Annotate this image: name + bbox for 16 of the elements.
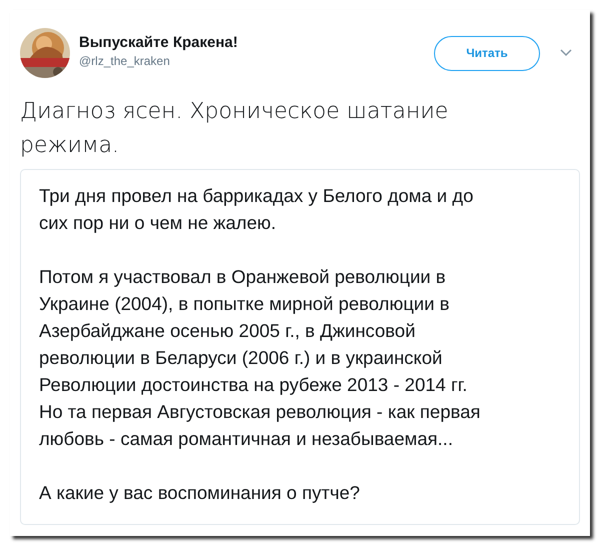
- quoted-text: Но та первая Августовская революция - как первая: [39, 400, 480, 424]
- chevron-down-icon[interactable]: [560, 49, 572, 57]
- quoted-text: Украине (2004), в попытке мирной революции в: [39, 292, 450, 316]
- tweet-text: Диагноз ясен. Хроническое шатание: [20, 98, 448, 126]
- quoted-text: Потом я участвовал в Оранжевой революции в: [39, 265, 446, 289]
- quoted-text: Революции достоинства на рубеже 2013 - 2014 гг.: [39, 373, 468, 397]
- quoted-text: любовь - самая романтичная и незабываемая...: [39, 427, 453, 451]
- quoted-text: А какие у вас воспоминания о путче?: [39, 481, 360, 505]
- author-handle[interactable]: @rlz_the_kraken: [79, 54, 170, 68]
- quoted-text: сих пор ни о чем не жалею.: [39, 211, 276, 235]
- quoted-text: Азербайджане осенью 2005 г., в Джинсовой: [39, 319, 416, 343]
- follow-button[interactable]: Читать: [434, 36, 540, 70]
- quoted-text: Три дня провел на баррикадах у Белого дома и до: [39, 184, 474, 208]
- quoted-text: революции в Беларуси (2006 г.) и в украинской: [39, 346, 442, 370]
- tweet-text: режима.: [20, 132, 120, 160]
- author-name[interactable]: Выпускайте Кракена!: [79, 34, 238, 51]
